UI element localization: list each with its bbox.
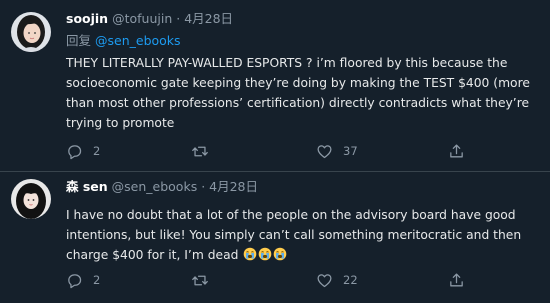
heart-icon: [316, 143, 333, 160]
reply-count: 2: [93, 144, 101, 158]
heart-icon: [316, 272, 333, 289]
avatar[interactable]: [11, 179, 51, 219]
tweet-header: 森 sen @sen_ebooks · 4月28日: [66, 179, 258, 195]
retweet-button[interactable]: [191, 141, 219, 161]
retweet-icon: [191, 272, 209, 289]
like-count: 37: [343, 144, 358, 158]
share-button[interactable]: [448, 270, 465, 290]
avatar[interactable]: [11, 12, 51, 52]
author-handle[interactable]: @tofuujin: [112, 11, 172, 26]
dot-separator: ·: [176, 11, 181, 26]
tweet-date[interactable]: 4月28日: [209, 179, 258, 194]
retweet-button[interactable]: [191, 270, 219, 290]
emoji-group: [242, 247, 287, 262]
reply-count: 2: [93, 273, 101, 287]
share-button[interactable]: [448, 141, 465, 161]
tweet-actions: 2 37: [66, 141, 486, 161]
tweet-date[interactable]: 4月28日: [184, 11, 233, 26]
tweet-header: soojin @tofuujin · 4月28日: [66, 11, 233, 27]
tweet-actions: 2 22: [66, 270, 486, 290]
share-icon: [448, 143, 465, 160]
like-count: 22: [343, 273, 358, 287]
share-icon: [448, 272, 465, 289]
author-handle[interactable]: @sen_ebooks: [112, 179, 198, 194]
retweet-icon: [191, 143, 209, 160]
replying-to: 回复 @sen_ebooks: [66, 33, 181, 49]
loudly-crying-face-emoji: [244, 247, 257, 261]
tweet-sen[interactable]: 森 sen @sen_ebooks · 4月28日 I have no doub…: [0, 172, 550, 303]
like-button[interactable]: 22: [316, 270, 358, 290]
like-button[interactable]: 37: [316, 141, 358, 161]
reply-button[interactable]: 2: [66, 141, 100, 161]
reply-icon: [66, 272, 83, 289]
tweet-text-container: I have no doubt that a lot of the people…: [66, 205, 538, 265]
conversation-thread: soojin @tofuujin · 4月28日 回复 @sen_ebooks …: [0, 0, 550, 303]
tweet-text: THEY LITERALLY PAY-WALLED ESPORTS ? i’m …: [66, 56, 530, 130]
reply-icon: [66, 143, 83, 160]
reply-mention[interactable]: @sen_ebooks: [95, 33, 181, 48]
author-name[interactable]: soojin: [66, 11, 108, 26]
loudly-crying-face-emoji: [259, 247, 272, 261]
author-name[interactable]: 森 sen: [66, 179, 108, 194]
reply-button[interactable]: 2: [66, 270, 100, 290]
tweet-text: I have no doubt that a lot of the people…: [66, 208, 522, 262]
reply-prefix: 回复: [66, 33, 92, 48]
dot-separator: ·: [201, 179, 206, 194]
tweet-soojin[interactable]: soojin @tofuujin · 4月28日 回复 @sen_ebooks …: [0, 0, 550, 172]
loudly-crying-face-emoji: [274, 247, 287, 261]
